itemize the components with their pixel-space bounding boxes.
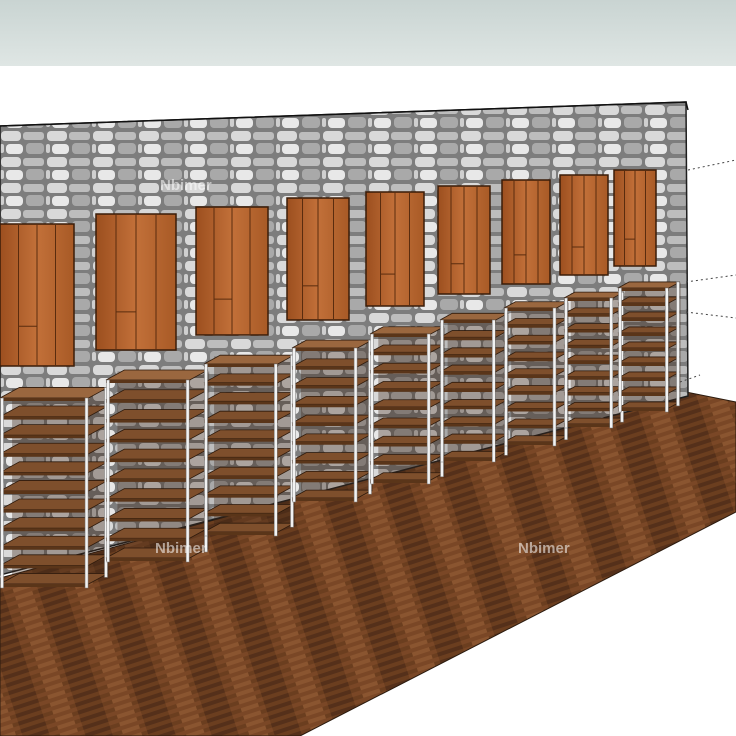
scene-drawing: Nbimer Nbimer Nbimer bbox=[0, 101, 736, 736]
wood-panel bbox=[365, 191, 425, 307]
wood-panel bbox=[195, 206, 269, 336]
watermark: Nbimer bbox=[155, 540, 207, 557]
shelf-unit bbox=[563, 291, 625, 429]
wood-panel bbox=[286, 197, 350, 321]
wood-panel bbox=[501, 179, 551, 285]
sketchup-scene: Nbimer Nbimer Nbimer bbox=[0, 0, 736, 736]
wood-panel bbox=[613, 169, 657, 267]
shelf-unit bbox=[291, 339, 373, 503]
shelf-unit bbox=[0, 387, 110, 589]
shelf-unit bbox=[503, 301, 569, 447]
shelf-unit bbox=[617, 281, 681, 413]
wood-panel bbox=[559, 174, 609, 276]
watermark: Nbimer bbox=[518, 540, 570, 557]
shelf-unit bbox=[105, 369, 210, 563]
shelf-unit bbox=[369, 326, 445, 485]
shelf-unit bbox=[439, 312, 509, 463]
wood-panel bbox=[0, 223, 75, 367]
wood-panel bbox=[437, 185, 491, 295]
shelf-unit bbox=[203, 354, 296, 537]
watermark: Nbimer bbox=[160, 177, 212, 194]
wood-panel bbox=[95, 213, 177, 351]
